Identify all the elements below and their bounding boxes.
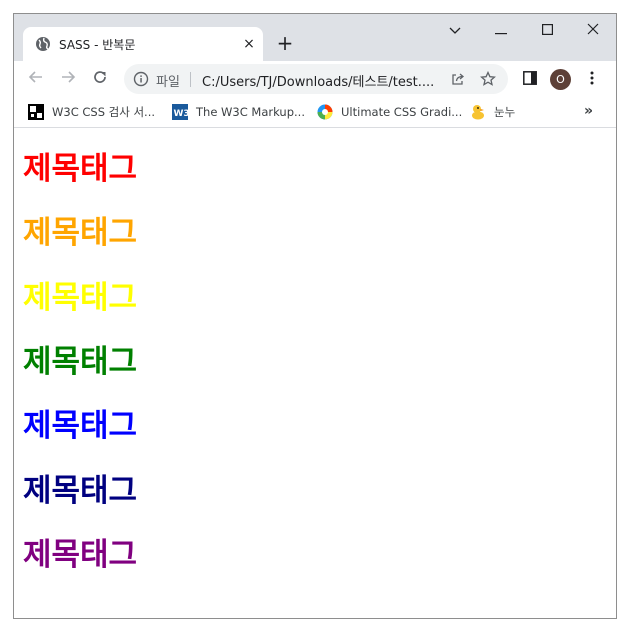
heading: 제목태그: [23, 151, 138, 187]
heading: 제목태그: [23, 344, 138, 380]
bookmark-item[interactable]: W3 The W3C Markup...: [172, 102, 305, 122]
bookmark-item[interactable]: 눈누: [470, 102, 515, 122]
share-icon[interactable]: [450, 71, 466, 87]
scheme-label: 파일: [156, 75, 180, 90]
more-vert-icon: [590, 70, 594, 89]
close-window-button[interactable]: [570, 18, 616, 40]
new-tab-button[interactable]: +: [274, 33, 296, 55]
arrow-left-icon: [28, 69, 44, 89]
divider: [190, 72, 191, 87]
duck-icon: [470, 104, 486, 120]
reload-icon: [92, 69, 108, 89]
browser-window: SASS - 반복문 × + 파일 C:/Users/TJ/Downloads/…: [13, 13, 617, 619]
chevron-down-icon: [449, 20, 461, 39]
color-wheel-icon: [317, 104, 333, 120]
maximize-icon: [541, 20, 553, 39]
info-icon[interactable]: [133, 71, 149, 87]
maximize-button[interactable]: [524, 18, 570, 40]
toolbar: 파일 C:/Users/TJ/Downloads/테스트/test.... O: [14, 61, 616, 97]
bookmark-label: Ultimate CSS Gradi...: [341, 105, 463, 119]
close-icon: [587, 20, 599, 39]
minimize-icon: [495, 20, 507, 39]
heading: 제목태그: [23, 408, 138, 444]
bookmark-label: W3C CSS 검사 서...: [52, 105, 156, 119]
bookmark-item[interactable]: Ultimate CSS Gradi...: [317, 102, 462, 122]
heading: 제목태그: [23, 473, 138, 509]
bookmark-label: 눈누: [494, 105, 516, 119]
bookmarks-bar: W3C CSS 검사 서... W3 The W3C Markup... Ult…: [14, 97, 616, 128]
back-button[interactable]: [24, 67, 48, 91]
heading: 제목태그: [23, 537, 138, 573]
page-content: 제목태그 제목태그 제목태그 제목태그 제목태그 제목태그 제목태그: [14, 128, 616, 618]
heading: 제목태그: [23, 280, 138, 316]
side-panel-icon: [523, 70, 537, 89]
svg-text:W3: W3: [174, 109, 189, 119]
arrow-right-icon: [60, 69, 76, 89]
bookmark-label: The W3C Markup...: [196, 105, 305, 119]
tab-title: SASS - 반복문: [59, 38, 136, 52]
w3c-validator-icon: [28, 104, 44, 120]
star-icon[interactable]: [480, 70, 496, 87]
heading: 제목태그: [23, 215, 138, 251]
tab-active[interactable]: SASS - 반복문 ×: [23, 27, 263, 61]
menu-button[interactable]: [580, 67, 604, 91]
side-panel-button[interactable]: [518, 67, 542, 91]
w3-icon: W3: [172, 104, 190, 120]
close-icon[interactable]: ×: [240, 35, 258, 53]
reload-button[interactable]: [88, 67, 112, 91]
address-bar[interactable]: 파일 C:/Users/TJ/Downloads/테스트/test....: [124, 64, 508, 94]
bookmarks-overflow-button[interactable]: »: [584, 103, 593, 119]
forward-button[interactable]: [56, 67, 80, 91]
globe-icon: [35, 36, 51, 52]
tab-search-button[interactable]: [432, 18, 478, 40]
url-text[interactable]: C:/Users/TJ/Downloads/테스트/test....: [202, 71, 434, 90]
minimize-button[interactable]: [478, 18, 524, 40]
avatar[interactable]: O: [550, 69, 571, 90]
bookmark-item[interactable]: W3C CSS 검사 서...: [28, 102, 155, 122]
tab-strip: SASS - 반복문 × +: [14, 14, 616, 61]
